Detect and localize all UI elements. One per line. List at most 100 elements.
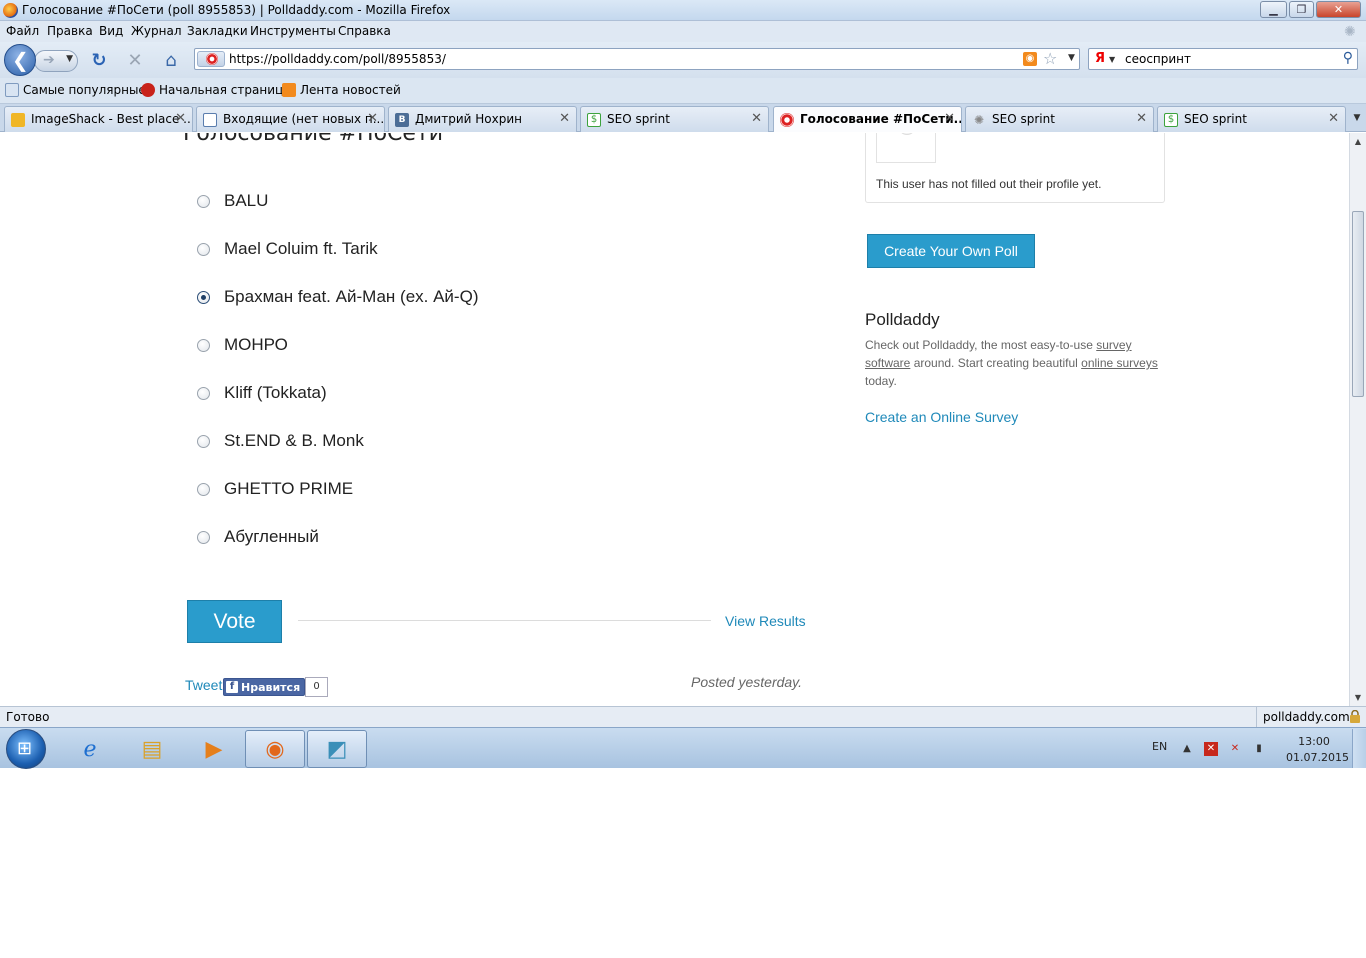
- bookmark-start-page[interactable]: Начальная страница: [141, 83, 291, 97]
- radio-button-checked[interactable]: [197, 290, 210, 304]
- scroll-down-icon[interactable]: ▼: [1350, 693, 1366, 702]
- tab-close-icon[interactable]: ✕: [367, 111, 378, 126]
- radio-button[interactable]: [197, 194, 210, 208]
- option-label[interactable]: Абугленный: [224, 527, 319, 547]
- show-desktop-button[interactable]: [1352, 729, 1366, 768]
- radio-button[interactable]: [197, 338, 210, 352]
- radio-button[interactable]: [197, 482, 210, 496]
- page-content: Голосование #ПоСети BALU Mael Coluim ft.…: [0, 133, 1349, 706]
- start-button[interactable]: ⊞: [6, 729, 46, 769]
- radio-button[interactable]: [197, 530, 210, 544]
- list-all-tabs-button[interactable]: ▼: [1348, 106, 1366, 130]
- tab-inbox[interactable]: Входящие (нет новых п... ✕: [196, 106, 385, 132]
- radio-button[interactable]: [197, 242, 210, 256]
- tab-close-icon[interactable]: ✕: [175, 111, 186, 126]
- scroll-up-icon[interactable]: ▲: [1350, 137, 1366, 146]
- status-bar: Готово polldaddy.com: [0, 706, 1366, 727]
- media-player-icon[interactable]: ▶: [184, 730, 244, 768]
- maximize-button[interactable]: ❐: [1289, 1, 1314, 18]
- option-label[interactable]: BALU: [224, 191, 268, 211]
- history-dropdown-icon[interactable]: ▼: [66, 54, 73, 64]
- tab-polldaddy-active[interactable]: Голосование #ПоСети... ✕: [773, 106, 962, 132]
- rss-feed-icon[interactable]: ◉: [1023, 52, 1037, 66]
- search-engine-selector[interactable]: Я ▼: [1091, 50, 1119, 68]
- option-label[interactable]: МОНРО: [224, 335, 288, 355]
- clock[interactable]: 13:00 01.07.2015: [1286, 734, 1349, 766]
- signal-strength-icon[interactable]: ▮: [1252, 742, 1266, 756]
- tab-close-icon[interactable]: ✕: [559, 111, 570, 126]
- facebook-like-button[interactable]: f Нравится: [223, 678, 306, 696]
- poll-option[interactable]: Абугленный: [197, 527, 319, 547]
- show-hidden-icons-icon[interactable]: ▲: [1180, 742, 1194, 756]
- notepad-taskbar-icon[interactable]: ◩: [307, 730, 367, 768]
- create-online-survey-link[interactable]: Create an Online Survey: [865, 409, 1018, 425]
- create-own-poll-button[interactable]: Create Your Own Poll: [867, 234, 1035, 268]
- forward-button[interactable]: ➔ ▼: [34, 50, 78, 72]
- tab-vk-profile[interactable]: B Дмитрий Нохрин ✕: [388, 106, 577, 132]
- option-label[interactable]: Kliff (Tokkata): [224, 383, 327, 403]
- poll-option[interactable]: Mael Coluim ft. Tarik: [197, 239, 378, 259]
- tab-close-icon[interactable]: ✕: [751, 111, 762, 126]
- chevron-down-icon: ▼: [1109, 55, 1116, 64]
- firefox-taskbar-icon[interactable]: ◉: [245, 730, 305, 768]
- tray-app-icon[interactable]: ✕: [1204, 742, 1218, 756]
- site-identity-button[interactable]: [197, 51, 225, 67]
- polldaddy-favicon-icon: [780, 113, 794, 127]
- bookmark-star-icon[interactable]: ☆: [1043, 49, 1057, 68]
- tab-close-icon[interactable]: ✕: [1328, 111, 1339, 126]
- url-bar[interactable]: https://polldaddy.com/poll/8955853/ ◉ ☆ …: [194, 48, 1080, 70]
- search-input[interactable]: сеоспринт: [1125, 52, 1191, 66]
- internet-explorer-icon[interactable]: ℯ: [60, 730, 120, 768]
- stop-button[interactable]: ✕: [125, 51, 145, 71]
- poll-option[interactable]: GHETTO PRIME: [197, 479, 353, 499]
- tab-seo-sprint-loading[interactable]: ✺ SEO sprint ✕: [965, 106, 1154, 132]
- poll-option[interactable]: BALU: [197, 191, 268, 211]
- menu-help[interactable]: Справка: [338, 24, 391, 38]
- tab-seo-sprint-2[interactable]: $ SEO sprint ✕: [1157, 106, 1346, 132]
- menu-tools[interactable]: Инструменты: [250, 24, 336, 38]
- tab-seo-sprint[interactable]: $ SEO sprint ✕: [580, 106, 769, 132]
- menu-history[interactable]: Журнал: [131, 24, 182, 38]
- option-label[interactable]: St.END & B. Monk: [224, 431, 364, 451]
- reload-button[interactable]: ↻: [89, 51, 109, 71]
- menu-bookmarks[interactable]: Закладки: [187, 24, 248, 38]
- search-bar[interactable]: Я ▼ сеоспринт ⚲: [1088, 48, 1358, 70]
- url-history-dropdown-icon[interactable]: ▼: [1068, 53, 1075, 63]
- language-indicator[interactable]: EN: [1152, 740, 1167, 753]
- home-button[interactable]: ⌂: [161, 51, 181, 71]
- poll-option-selected[interactable]: Брахман feat. Ай-Ман (ex. Ай-Q): [197, 287, 478, 307]
- minimize-button[interactable]: ▁: [1260, 1, 1287, 18]
- view-results-link[interactable]: View Results: [725, 613, 806, 629]
- tab-imageshack[interactable]: ImageShack - Best place ... ✕: [4, 106, 193, 132]
- poll-option[interactable]: Kliff (Tokkata): [197, 383, 327, 403]
- file-explorer-icon[interactable]: ▤: [122, 730, 182, 768]
- online-surveys-link[interactable]: online surveys: [1081, 356, 1158, 370]
- url-text[interactable]: https://polldaddy.com/poll/8955853/: [229, 52, 446, 66]
- option-label[interactable]: Брахман feat. Ай-Ман (ex. Ай-Q): [224, 287, 478, 307]
- window-titlebar: Голосование #ПоСети (poll 8955853) | Pol…: [0, 0, 1366, 21]
- radio-button[interactable]: [197, 386, 210, 400]
- radio-button[interactable]: [197, 434, 210, 448]
- close-window-button[interactable]: ✕: [1316, 1, 1361, 18]
- back-button[interactable]: ❮: [4, 44, 36, 76]
- menu-file[interactable]: Файл: [6, 24, 39, 38]
- tweet-button[interactable]: Tweet: [185, 677, 222, 693]
- tab-close-icon[interactable]: ✕: [1136, 111, 1147, 126]
- menu-edit[interactable]: Правка: [47, 24, 93, 38]
- network-error-icon[interactable]: ✕: [1228, 742, 1242, 756]
- bookmark-most-visited[interactable]: Самые популярные: [5, 83, 146, 97]
- poll-option[interactable]: St.END & B. Monk: [197, 431, 364, 451]
- search-icon[interactable]: ⚲: [1343, 50, 1353, 66]
- vote-button[interactable]: Vote: [187, 600, 282, 643]
- scrollbar-thumb[interactable]: [1352, 211, 1364, 397]
- option-label[interactable]: GHETTO PRIME: [224, 479, 353, 499]
- vertical-scrollbar[interactable]: ▲ ▼: [1349, 133, 1366, 706]
- imageshack-favicon-icon: [11, 113, 25, 127]
- tab-close-icon[interactable]: ✕: [944, 111, 955, 126]
- option-label[interactable]: Mael Coluim ft. Tarik: [224, 239, 378, 259]
- loading-throbber-icon: ✺: [1344, 24, 1356, 40]
- poll-option[interactable]: МОНРО: [197, 335, 288, 355]
- menu-view[interactable]: Вид: [99, 24, 123, 38]
- bookmark-news-feed[interactable]: Лента новостей: [282, 83, 401, 97]
- profile-text: This user has not filled out their profi…: [876, 177, 1102, 191]
